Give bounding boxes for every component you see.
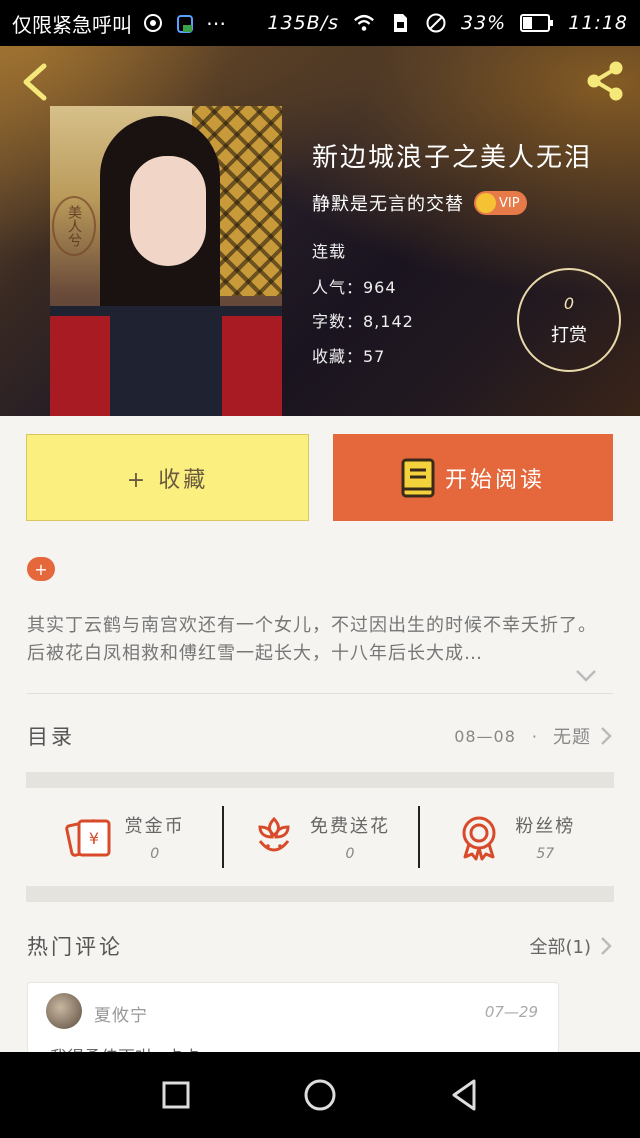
do-not-disturb-icon: [426, 13, 446, 33]
book-header: 美人兮 新边城浪子之美人无泪 静默是无言的交替 VIP 连载 人气：964 字数…: [0, 46, 640, 416]
cover-figure-face: [130, 156, 206, 266]
fan-ranking-count: 57: [536, 846, 555, 862]
home-icon[interactable]: [298, 1073, 342, 1117]
popularity: 人气：964: [312, 278, 397, 297]
collect-label: + 收藏: [126, 467, 209, 493]
send-flowers-count: 0: [345, 846, 355, 862]
give-coins-label: 赏金币: [124, 816, 185, 837]
latest-chapter-date: 08—08: [454, 726, 516, 746]
chevron-down-icon[interactable]: [574, 668, 598, 684]
flower-icon: [258, 816, 290, 852]
favorites-count: 收藏：57: [312, 347, 386, 366]
network-speed: 135B/s: [267, 12, 339, 34]
crown-icon: [476, 193, 496, 213]
book-title: 新边城浪子之美人无泪: [312, 143, 593, 173]
latest-chapter-title: 无题: [553, 727, 591, 748]
share-icon[interactable]: [582, 58, 628, 104]
catalog-label: 目录: [27, 725, 75, 749]
author-name[interactable]: 静默是无言的交替: [312, 190, 464, 216]
more-notifications-icon: ⋯: [206, 11, 226, 35]
reward-button[interactable]: 0 打赏: [517, 268, 621, 372]
vip-badge: VIP: [474, 191, 527, 215]
battery-icon: [520, 14, 554, 32]
all-comments-label: 全部(1): [529, 937, 592, 958]
word-count: 字数：8,142: [312, 312, 414, 331]
comment-username[interactable]: 夏攸宁: [94, 1001, 148, 1026]
collect-button[interactable]: + 收藏: [26, 434, 309, 521]
cover-robe-red-left: [50, 316, 110, 416]
battery-percent: 33%: [461, 12, 507, 34]
start-reading-button[interactable]: 开始阅读: [333, 434, 613, 521]
sim-icon: [394, 14, 407, 32]
back-nav-icon[interactable]: [442, 1073, 486, 1117]
comment-date: 07—29: [484, 1003, 538, 1021]
separator-dot: ·: [531, 726, 537, 746]
all-comments-link[interactable]: 全部(1): [530, 933, 614, 959]
divider: [27, 693, 613, 694]
book-icon: [401, 458, 435, 497]
section-divider: [26, 886, 614, 902]
avatar[interactable]: [46, 993, 82, 1029]
recent-apps-icon[interactable]: [154, 1073, 198, 1117]
start-reading-label: 开始阅读: [444, 467, 545, 493]
notification-app-icon: [177, 15, 193, 33]
send-flowers-button[interactable]: 免费送花 0: [222, 800, 417, 874]
chevron-right-icon: [601, 727, 612, 745]
cover-seal: 美人兮: [52, 196, 96, 256]
serial-status: 连载: [312, 242, 347, 261]
medal-icon: [462, 816, 496, 861]
action-bar: ¥ 赏金币 0 免费送花 0 粉丝榜 57: [27, 800, 613, 874]
give-coins-button[interactable]: ¥ 赏金币 0: [27, 800, 222, 874]
hotspot-icon: [144, 14, 162, 32]
book-cover[interactable]: 美人兮: [50, 106, 282, 416]
system-nav-bar: [0, 1052, 640, 1138]
section-divider: [26, 772, 614, 788]
add-tag-button[interactable]: +: [27, 557, 55, 581]
carrier-text: 仅限紧急呼叫: [12, 12, 132, 37]
svg-text:¥: ¥: [89, 829, 99, 848]
reward-count: 0: [563, 293, 575, 313]
wifi-icon: [354, 14, 374, 31]
chevron-right-icon: [601, 937, 612, 955]
fan-ranking-label: 粉丝榜: [515, 816, 576, 837]
money-envelope-icon: ¥: [64, 819, 111, 857]
reward-label: 打赏: [551, 324, 587, 346]
clock: 11:18: [568, 12, 628, 34]
hot-comments-header: 热门评论 全部(1): [27, 926, 613, 966]
back-icon[interactable]: [16, 60, 56, 104]
vip-label: VIP: [499, 195, 520, 211]
status-bar: 仅限紧急呼叫 ⋯ 135B/s 33% 11:18: [0, 0, 640, 46]
catalog-row[interactable]: 目录 08—08 · 无题: [27, 714, 613, 758]
give-coins-count: 0: [150, 846, 160, 862]
cover-robe-red-right: [222, 316, 282, 416]
hot-comments-title: 热门评论: [27, 935, 123, 959]
fan-ranking-button[interactable]: 粉丝榜 57: [417, 800, 613, 874]
book-description[interactable]: 其实丁云鹤与南宫欢还有一个女儿，不过因出生的时候不幸夭折了。后被花白凤相救和傅红…: [27, 612, 613, 668]
send-flowers-label: 免费送花: [309, 816, 390, 837]
author-row: 静默是无言的交替 VIP: [312, 190, 527, 216]
book-detail-page: 仅限紧急呼叫 ⋯ 135B/s 33% 11:18 美人兮 新边城浪子之美人无泪…: [0, 0, 640, 1138]
